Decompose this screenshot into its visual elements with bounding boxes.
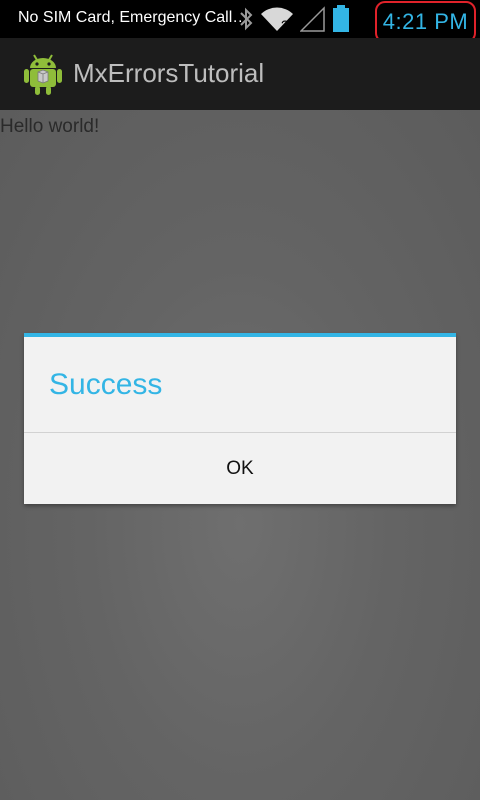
dialog-title-accent-line — [24, 333, 456, 337]
bluetooth-icon — [240, 7, 253, 31]
clock-highlight: 4:21 PM — [375, 1, 476, 43]
hello-text: Hello world! — [0, 116, 100, 137]
svg-text:?: ? — [281, 17, 289, 32]
ok-button[interactable]: OK — [24, 433, 456, 504]
alert-dialog: Success OK — [24, 333, 456, 504]
app-title: MxErrorsTutorial — [73, 58, 265, 88]
status-icons: ? — [238, 5, 350, 33]
status-clock: 4:21 PM — [382, 9, 469, 34]
wifi-icon: ? — [261, 7, 293, 32]
action-bar: MxErrorsTutorial — [0, 38, 480, 110]
main-content: Hello world! Success OK — [0, 110, 480, 800]
no-signal-icon — [300, 6, 325, 32]
status-bar: No SIM Card, Emergency Call… ? 4:21 PM — [0, 0, 480, 43]
dialog-title: Success — [49, 368, 163, 401]
android-icon — [24, 54, 62, 95]
carrier-text: No SIM Card, Emergency Call… — [18, 9, 249, 26]
battery-icon — [333, 5, 349, 32]
